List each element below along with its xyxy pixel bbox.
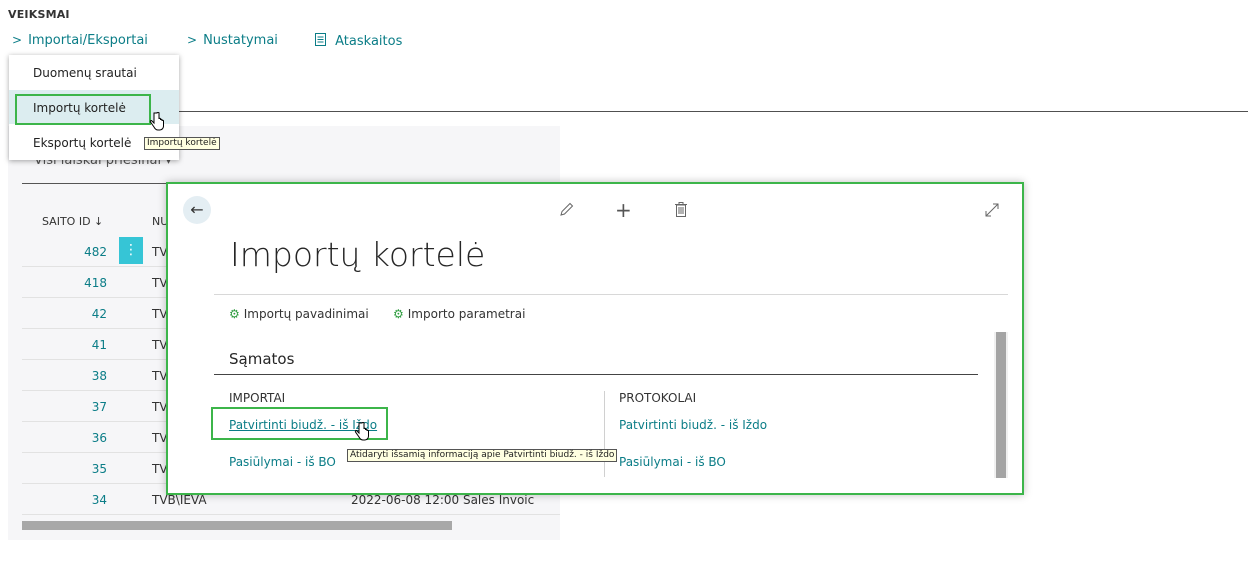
gear-cluster-icon: ⚙	[229, 307, 240, 321]
chevron-right-icon: >	[187, 33, 198, 47]
row-menu-button[interactable]: ⋮	[119, 237, 143, 264]
tooltip: Importų kortelė	[144, 137, 220, 150]
gear-cluster-icon: ⚙	[393, 307, 404, 321]
row-id[interactable]: 36	[22, 431, 107, 445]
row-id[interactable]: 418	[22, 276, 107, 290]
protocols-header: PROTOKOLAI	[619, 391, 697, 405]
hand-cursor-icon	[354, 421, 370, 446]
highlight-box	[15, 94, 151, 125]
plus-icon: +	[615, 198, 632, 222]
back-button[interactable]: ←	[183, 196, 211, 224]
filter-underline	[22, 183, 172, 184]
menu-item-data-streams[interactable]: Duomenų srautai	[9, 55, 179, 89]
row-date: 2022-06-08 12:00 Sales Invoic	[351, 493, 535, 507]
reports-label: Ataskaitos	[335, 34, 403, 49]
edit-button[interactable]	[559, 202, 574, 221]
row-id[interactable]: 34	[22, 493, 107, 507]
settings-label: Nustatymai	[203, 33, 278, 48]
trash-icon	[675, 202, 687, 217]
tooltip: Atidaryti išsamią informaciją apie Patvi…	[347, 449, 618, 462]
protocol-link-approved-budget[interactable]: Patvirtinti biudž. - iš Iždo	[619, 418, 767, 432]
hand-cursor-icon	[149, 111, 165, 136]
delete-button[interactable]	[675, 202, 687, 221]
expand-icon	[985, 203, 999, 217]
settings-menu[interactable]: > Nustatymai	[187, 33, 278, 48]
action-label: Importo parametrai	[407, 307, 526, 321]
imports-header: IMPORTAI	[229, 391, 286, 405]
row-divider	[22, 514, 560, 515]
chevron-right-icon: >	[12, 33, 23, 47]
section-underline	[214, 374, 978, 375]
row-id[interactable]: 35	[22, 462, 107, 476]
pencil-icon	[560, 202, 574, 216]
scrollbar-thumb[interactable]	[996, 332, 1006, 478]
reports-menu[interactable]: Ataskaitos	[315, 33, 402, 49]
separator	[214, 294, 1008, 295]
column-divider	[604, 391, 605, 477]
action-import-params[interactable]: ⚙ Importo parametrai	[393, 307, 525, 321]
row-user: TVB\IEVA	[152, 493, 207, 507]
expand-button[interactable]	[985, 202, 999, 221]
row-id[interactable]: 38	[22, 369, 107, 383]
import-link-proposals[interactable]: Pasiūlymai - iš BO	[229, 455, 336, 469]
menu-item-label: Duomenų srautai	[33, 66, 137, 80]
menu-item-label: Eksportų kortelė	[33, 136, 132, 150]
row-id[interactable]: 41	[22, 338, 107, 352]
import-export-label: Importai/Eksportai	[28, 33, 148, 48]
arrow-left-icon: ←	[190, 200, 204, 219]
import-export-menu[interactable]: > Importai/Eksportai	[12, 33, 148, 48]
section-title[interactable]: Sąmatos	[229, 350, 294, 368]
card-title: Importų kortelė	[230, 235, 486, 274]
action-label: Importų pavadinimai	[243, 307, 369, 321]
divider	[178, 111, 1248, 112]
row-id[interactable]: 482	[22, 245, 107, 259]
row-id[interactable]: 42	[22, 307, 107, 321]
row-id[interactable]: 37	[22, 400, 107, 414]
column-header-id[interactable]: SAITO ID ↓	[42, 215, 103, 228]
action-import-names[interactable]: ⚙ Importų pavadinimai	[229, 307, 369, 321]
horizontal-scrollbar[interactable]	[22, 521, 452, 530]
add-button[interactable]: +	[615, 198, 632, 222]
report-icon	[315, 33, 335, 49]
actions-title: VEIKSMAI	[8, 8, 70, 21]
protocol-link-proposals[interactable]: Pasiūlymai - iš BO	[619, 455, 726, 469]
